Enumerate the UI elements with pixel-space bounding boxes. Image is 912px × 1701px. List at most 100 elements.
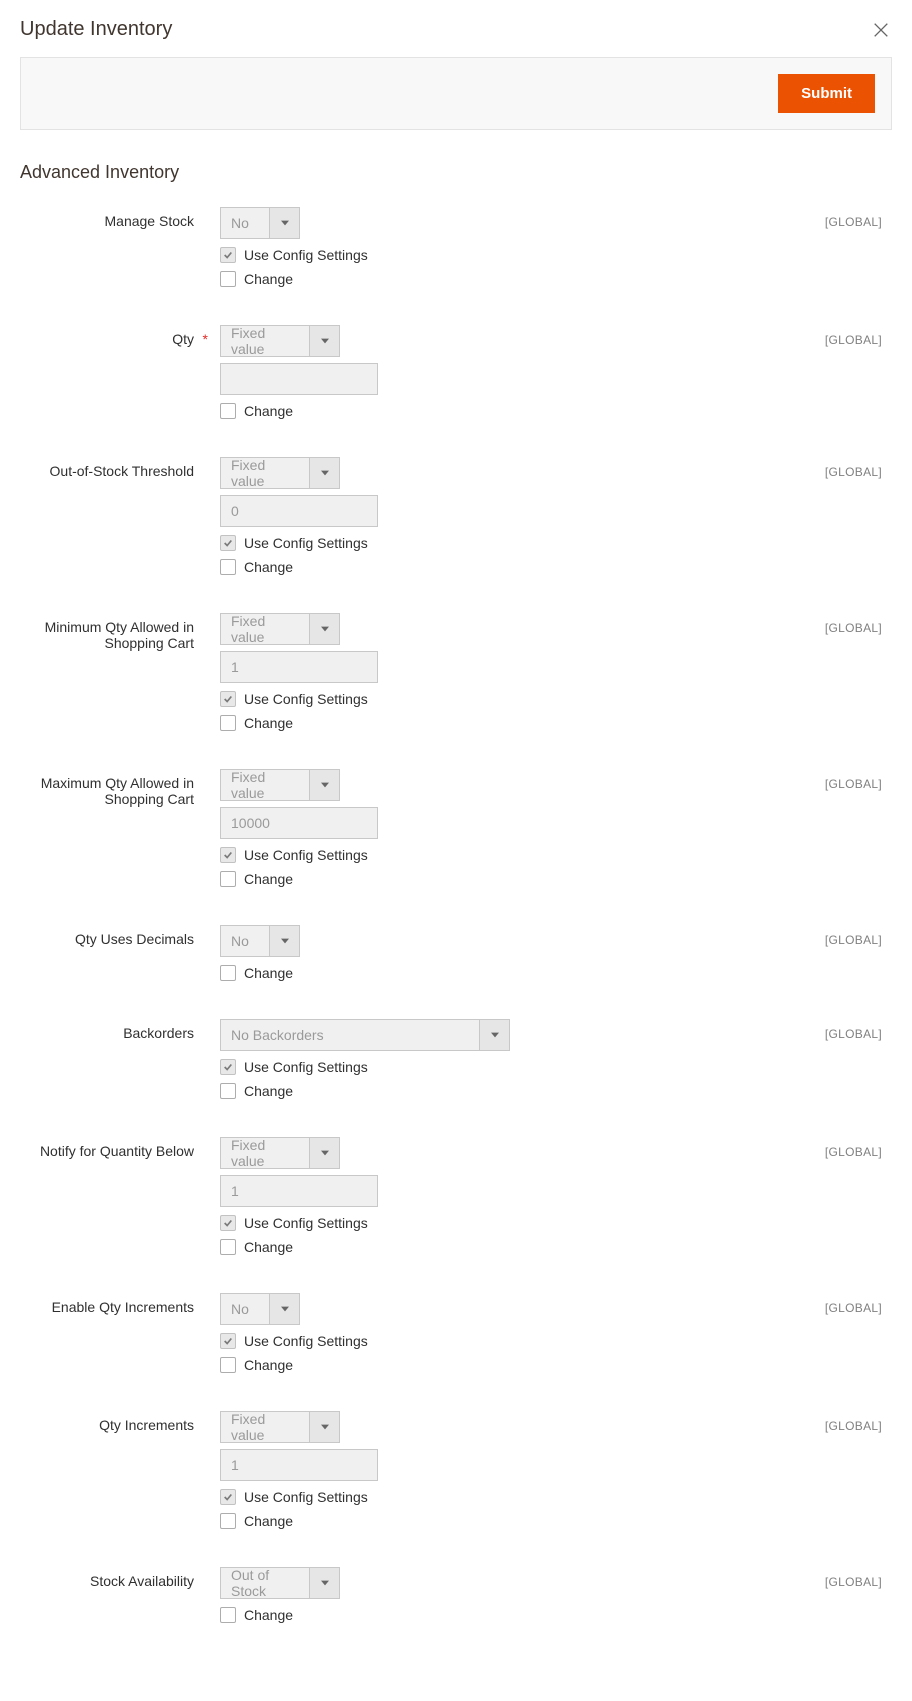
close-icon xyxy=(872,21,890,39)
field-notify-qty-below: Notify for Quantity Below Fixed value Us… xyxy=(20,1137,892,1255)
max-qty-input[interactable] xyxy=(220,807,378,839)
manage-stock-change[interactable]: Change xyxy=(220,271,640,287)
max-qty-mode-select[interactable]: Fixed value xyxy=(220,769,340,801)
backorders-use-config[interactable]: Use Config Settings xyxy=(220,1059,640,1075)
label-enable-qty-increments: Enable Qty Increments xyxy=(20,1293,220,1315)
notify-change[interactable]: Change xyxy=(220,1239,640,1255)
qty-incr-change[interactable]: Change xyxy=(220,1513,640,1529)
min-qty-mode-select[interactable]: Fixed value xyxy=(220,613,340,645)
scope-label: [GLOBAL] xyxy=(640,457,892,479)
checkbox-icon xyxy=(220,1333,236,1349)
scope-label: [GLOBAL] xyxy=(640,1411,892,1433)
field-qty-decimals: Qty Uses Decimals No Change [GLOBAL] xyxy=(20,925,892,981)
field-enable-qty-increments: Enable Qty Increments No Use Config Sett… xyxy=(20,1293,892,1373)
qty-decimals-change[interactable]: Change xyxy=(220,965,640,981)
chevron-down-icon xyxy=(309,1412,339,1442)
chevron-down-icon xyxy=(309,1138,339,1168)
max-qty-use-config[interactable]: Use Config Settings xyxy=(220,847,640,863)
chevron-down-icon xyxy=(309,1568,339,1598)
chevron-down-icon xyxy=(309,614,339,644)
oos-input[interactable] xyxy=(220,495,378,527)
field-stock-availability: Stock Availability Out of Stock Change [… xyxy=(20,1567,892,1623)
min-qty-input[interactable] xyxy=(220,651,378,683)
qty-change[interactable]: Change xyxy=(220,403,640,419)
chevron-down-icon xyxy=(309,458,339,488)
label-backorders: Backorders xyxy=(20,1019,220,1041)
checkbox-icon xyxy=(220,1083,236,1099)
advanced-inventory-form: Manage Stock No Use Config Settings Chan… xyxy=(0,207,912,1701)
label-stock-availability: Stock Availability xyxy=(20,1567,220,1589)
checkbox-icon xyxy=(220,1215,236,1231)
field-qty: Qty Fixed value Change [GLOBAL] xyxy=(20,325,892,419)
checkbox-icon xyxy=(220,871,236,887)
checkbox-icon xyxy=(220,691,236,707)
chevron-down-icon xyxy=(479,1020,509,1050)
chevron-down-icon xyxy=(309,770,339,800)
label-qty-decimals: Qty Uses Decimals xyxy=(20,925,220,947)
checkbox-icon xyxy=(220,965,236,981)
chevron-down-icon xyxy=(269,926,299,956)
notify-use-config[interactable]: Use Config Settings xyxy=(220,1215,640,1231)
notify-mode-select[interactable]: Fixed value xyxy=(220,1137,340,1169)
chevron-down-icon xyxy=(309,326,339,356)
close-button[interactable] xyxy=(870,19,892,41)
scope-label: [GLOBAL] xyxy=(640,325,892,347)
label-manage-stock: Manage Stock xyxy=(20,207,220,229)
label-notify-qty-below: Notify for Quantity Below xyxy=(20,1137,220,1159)
backorders-select[interactable]: No Backorders xyxy=(220,1019,510,1051)
checkbox-icon xyxy=(220,1489,236,1505)
field-out-of-stock-threshold: Out-of-Stock Threshold Fixed value Use C… xyxy=(20,457,892,575)
checkbox-icon xyxy=(220,535,236,551)
max-qty-change[interactable]: Change xyxy=(220,871,640,887)
field-manage-stock: Manage Stock No Use Config Settings Chan… xyxy=(20,207,892,287)
chevron-down-icon xyxy=(269,1294,299,1324)
enable-incr-use-config[interactable]: Use Config Settings xyxy=(220,1333,640,1349)
backorders-change[interactable]: Change xyxy=(220,1083,640,1099)
notify-input[interactable] xyxy=(220,1175,378,1207)
qty-incr-input[interactable] xyxy=(220,1449,378,1481)
checkbox-icon xyxy=(220,1357,236,1373)
scope-label: [GLOBAL] xyxy=(640,1293,892,1315)
qty-incr-mode-select[interactable]: Fixed value xyxy=(220,1411,340,1443)
qty-mode-select[interactable]: Fixed value xyxy=(220,325,340,357)
stock-availability-select[interactable]: Out of Stock xyxy=(220,1567,340,1599)
section-title: Advanced Inventory xyxy=(20,162,912,183)
oos-use-config[interactable]: Use Config Settings xyxy=(220,535,640,551)
checkbox-icon xyxy=(220,1059,236,1075)
qty-input[interactable] xyxy=(220,363,378,395)
submit-button[interactable]: Submit xyxy=(778,74,875,113)
field-max-qty-cart: Maximum Qty Allowed in Shopping Cart Fix… xyxy=(20,769,892,887)
checkbox-icon xyxy=(220,559,236,575)
action-bar: Submit xyxy=(20,57,892,130)
label-qty-increments: Qty Increments xyxy=(20,1411,220,1433)
scope-label: [GLOBAL] xyxy=(640,207,892,229)
qty-incr-use-config[interactable]: Use Config Settings xyxy=(220,1489,640,1505)
label-max-qty-cart: Maximum Qty Allowed in Shopping Cart xyxy=(20,769,220,807)
qty-mode-value: Fixed value xyxy=(221,326,309,356)
scope-label: [GLOBAL] xyxy=(640,1019,892,1041)
field-qty-increments: Qty Increments Fixed value Use Config Se… xyxy=(20,1411,892,1529)
manage-stock-use-config[interactable]: Use Config Settings xyxy=(220,247,640,263)
checkbox-icon xyxy=(220,247,236,263)
field-backorders: Backorders No Backorders Use Config Sett… xyxy=(20,1019,892,1099)
label-min-qty-cart: Minimum Qty Allowed in Shopping Cart xyxy=(20,613,220,651)
min-qty-change[interactable]: Change xyxy=(220,715,640,731)
scope-label: [GLOBAL] xyxy=(640,925,892,947)
label-qty: Qty xyxy=(20,325,220,347)
chevron-down-icon xyxy=(269,208,299,238)
oos-mode-select[interactable]: Fixed value xyxy=(220,457,340,489)
checkbox-icon xyxy=(220,847,236,863)
modal-header: Update Inventory xyxy=(0,0,912,49)
min-qty-use-config[interactable]: Use Config Settings xyxy=(220,691,640,707)
checkbox-icon xyxy=(220,715,236,731)
enable-incr-change[interactable]: Change xyxy=(220,1357,640,1373)
scope-label: [GLOBAL] xyxy=(640,1137,892,1159)
enable-incr-select[interactable]: No xyxy=(220,1293,300,1325)
update-inventory-modal: Update Inventory Submit Advanced Invento… xyxy=(0,0,912,1701)
oos-change[interactable]: Change xyxy=(220,559,640,575)
stock-availability-change[interactable]: Change xyxy=(220,1607,640,1623)
label-out-of-stock-threshold: Out-of-Stock Threshold xyxy=(20,457,220,479)
qty-decimals-select[interactable]: No xyxy=(220,925,300,957)
manage-stock-select[interactable]: No xyxy=(220,207,300,239)
checkbox-icon xyxy=(220,1239,236,1255)
